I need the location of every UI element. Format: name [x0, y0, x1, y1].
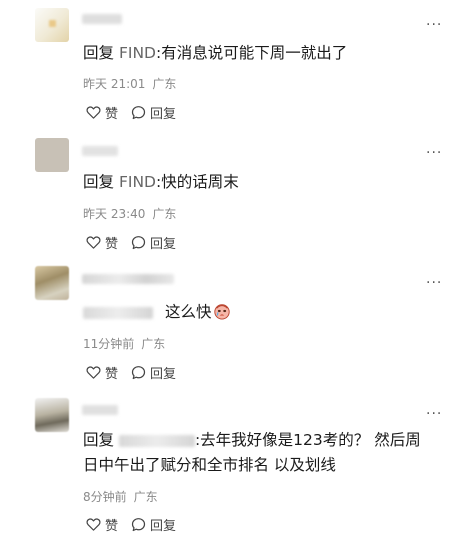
reply-prefix: 回复: [83, 173, 115, 191]
reply-target-user[interactable]: FIND: [119, 44, 156, 62]
comment-date: 8分钟前: [83, 490, 127, 504]
comment-bubble-icon: [131, 366, 146, 380]
reply-label: 回复: [150, 237, 177, 252]
comment-actions: 赞 回复: [86, 103, 176, 122]
comment-location: 广东: [152, 77, 177, 91]
comment-text: 回复 FIND:快的话周末: [83, 170, 443, 195]
comment-body: 这么快: [165, 303, 212, 321]
reply-prefix: 回复: [83, 431, 115, 449]
comment-meta: 11分钟前 广东: [83, 335, 165, 352]
like-button[interactable]: 赞: [86, 233, 118, 252]
comment-meta: 昨天 23:40 广东: [83, 205, 176, 222]
comment-bubble-icon: [131, 236, 146, 250]
comment-actions: 赞 回复: [86, 233, 176, 252]
like-label: 赞: [105, 367, 119, 382]
comment-body-line1: :去年我好像是123考的？ 然后周: [194, 431, 421, 449]
avatar[interactable]: [35, 398, 69, 432]
reply-prefix: 回复: [83, 44, 115, 62]
username-redacted[interactable]: [82, 405, 118, 415]
heart-icon: [86, 106, 101, 119]
reply-target-user[interactable]: FIND: [119, 173, 156, 191]
avatar[interactable]: [35, 138, 69, 172]
more-options-icon[interactable]: ···: [426, 18, 442, 32]
comment-body-line2: 日中午出了赋分和全市排名 以及划线: [83, 456, 336, 474]
comment-text: 回复 :去年我好像是123考的？ 然后周日中午出了赋分和全市排名 以及划线: [83, 428, 443, 478]
reply-button[interactable]: 回复: [131, 515, 176, 534]
reply-button[interactable]: 回复: [131, 363, 176, 382]
reply-button[interactable]: 回复: [131, 103, 176, 122]
comment-date: 昨天 21:01: [83, 77, 146, 91]
username-redacted[interactable]: [82, 274, 174, 284]
like-label: 赞: [105, 237, 119, 252]
reply-button[interactable]: 回复: [131, 233, 176, 252]
mentioned-user-redacted[interactable]: [83, 306, 153, 319]
comment-text: 这么快: [83, 300, 443, 325]
more-options-icon[interactable]: ···: [426, 146, 442, 160]
reply-label: 回复: [150, 519, 177, 534]
heart-icon: [86, 366, 101, 379]
comment-actions: 赞 回复: [86, 363, 176, 382]
comment-date: 昨天 23:40: [83, 207, 146, 221]
more-options-icon[interactable]: ···: [426, 407, 442, 421]
like-button[interactable]: 赞: [86, 363, 118, 382]
like-button[interactable]: 赞: [86, 103, 118, 122]
crying-face-emoji-icon: [213, 304, 230, 320]
username-redacted[interactable]: [82, 14, 122, 24]
avatar[interactable]: [35, 8, 69, 42]
comment-bubble-icon: [131, 518, 146, 532]
comment-bubble-icon: [131, 106, 146, 120]
comment-meta: 昨天 21:01 广东: [83, 75, 176, 92]
comment-date: 11分钟前: [83, 337, 135, 351]
like-label: 赞: [105, 107, 119, 122]
heart-icon: [86, 236, 101, 249]
comment-body: :快的话周末: [155, 173, 239, 191]
comment-location: 广东: [141, 337, 166, 351]
comment-body: :有消息说可能下周一就出了: [155, 44, 348, 62]
like-label: 赞: [105, 519, 119, 534]
like-button[interactable]: 赞: [86, 515, 118, 534]
reply-target-redacted[interactable]: [118, 434, 195, 447]
comment-actions: 赞 回复: [86, 515, 176, 534]
comment-text: 回复 FIND:有消息说可能下周一就出了: [83, 41, 443, 66]
reply-label: 回复: [150, 107, 177, 122]
more-options-icon[interactable]: ···: [426, 276, 442, 290]
username-redacted[interactable]: [82, 146, 118, 156]
comment-location: 广东: [152, 207, 177, 221]
avatar[interactable]: [35, 266, 69, 300]
comment-location: 广东: [133, 490, 158, 504]
reply-label: 回复: [150, 367, 177, 382]
comment-meta: 8分钟前 广东: [83, 488, 158, 505]
heart-icon: [86, 518, 101, 531]
